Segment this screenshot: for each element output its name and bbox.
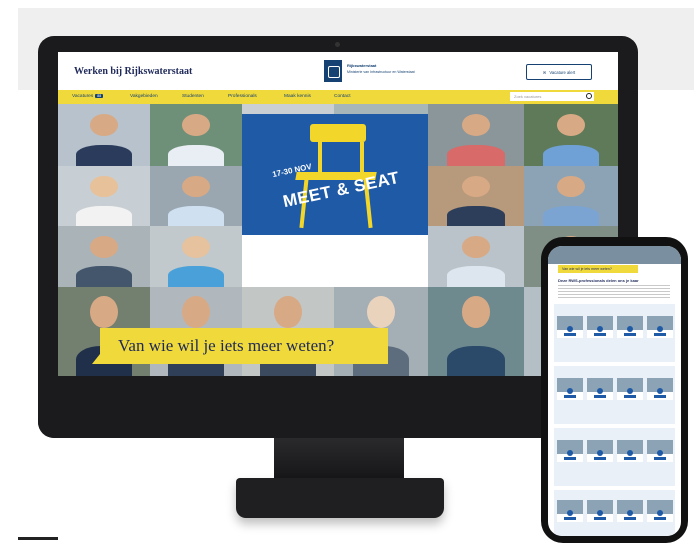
person-tile[interactable] xyxy=(428,226,524,287)
decorative-line xyxy=(18,537,58,540)
nav-item-vakgebieden[interactable]: Vakgebieden xyxy=(130,94,158,99)
mobile-person-card[interactable] xyxy=(647,440,673,462)
mobile-person-card[interactable] xyxy=(587,500,613,522)
mobile-person-card[interactable] xyxy=(617,378,643,400)
mobile-person-card[interactable] xyxy=(647,500,673,522)
search-input[interactable]: Zoek vacatures xyxy=(510,92,594,101)
person-tile[interactable] xyxy=(150,166,242,226)
nav-item-maak-kennis[interactable]: Maak kennis xyxy=(284,94,311,99)
search-icon[interactable] xyxy=(586,93,592,99)
site-header: Werken bij Rijkswaterstaat Rijkswatersta… xyxy=(58,52,618,90)
logo-line-1: Rijkswaterstaat xyxy=(347,63,377,68)
logo-line-2: Ministerie van Infrastructuur en Waterst… xyxy=(347,70,415,74)
mobile-person-card[interactable] xyxy=(587,440,613,462)
vacature-alert-button[interactable]: ✉ Vacature alert xyxy=(526,64,592,80)
mobile-person-card[interactable] xyxy=(647,378,673,400)
chair-icon xyxy=(310,124,366,142)
nav-item-vacatures[interactable]: Vacatures 88 xyxy=(72,94,104,99)
desktop-screen: Werken bij Rijkswaterstaat Rijkswatersta… xyxy=(58,52,618,376)
mobile-section xyxy=(554,366,675,424)
nav-item-label: Vacatures xyxy=(72,94,94,99)
mobile-person-card[interactable] xyxy=(557,500,583,522)
person-tile[interactable] xyxy=(58,226,150,287)
mobile-person-card[interactable] xyxy=(587,378,613,400)
mobile-question-banner: Van wie wil je iets meer weten? xyxy=(558,265,638,273)
person-tile[interactable] xyxy=(58,104,150,166)
meet-and-seat-feature[interactable]: 17-30 NOV MEET & SEAT xyxy=(242,114,428,235)
mobile-section xyxy=(554,490,675,536)
vacatures-count-badge: 88 xyxy=(95,94,104,98)
mobile-screen: Van wie wil je iets meer weten? Deze RWS… xyxy=(548,246,681,536)
monitor-stand-foot xyxy=(236,478,444,518)
chair-leg xyxy=(318,142,322,176)
chair-leg xyxy=(360,142,364,176)
nav-item-contact[interactable]: Contact xyxy=(334,94,351,99)
envelope-icon: ✉ xyxy=(542,69,547,75)
nav-item-studenten[interactable]: Studenten xyxy=(182,94,204,99)
mobile-person-card[interactable] xyxy=(617,440,643,462)
mobile-person-card[interactable] xyxy=(617,500,643,522)
question-banner: Van wie wil je iets meer weten? xyxy=(92,328,388,364)
mobile-section xyxy=(554,428,675,486)
person-tile[interactable] xyxy=(428,104,524,166)
person-tile[interactable] xyxy=(58,166,150,226)
mobile-person-card[interactable] xyxy=(557,316,583,338)
mobile-person-card[interactable] xyxy=(617,316,643,338)
person-tile[interactable] xyxy=(428,287,524,376)
mobile-photo-strip xyxy=(548,246,681,264)
nav-item-professionals[interactable]: Professionals xyxy=(228,94,257,99)
rijksoverheid-logo-icon[interactable] xyxy=(324,60,342,82)
mobile-heading: Deze RWS-professionals delen ons je kaar xyxy=(558,278,639,283)
mobile-person-card[interactable] xyxy=(557,440,583,462)
site-title[interactable]: Werken bij Rijkswaterstaat xyxy=(74,66,192,77)
person-tile[interactable] xyxy=(428,166,524,226)
vacature-alert-label: Vacature alert xyxy=(549,69,576,75)
camera-dot xyxy=(335,42,340,47)
mobile-person-card[interactable] xyxy=(557,378,583,400)
person-tile[interactable] xyxy=(524,104,618,166)
mobile-person-card[interactable] xyxy=(587,316,613,338)
search-placeholder: Zoek vacatures xyxy=(514,94,542,99)
person-tile[interactable] xyxy=(524,166,618,226)
monitor-stand-neck xyxy=(274,438,404,482)
person-tile[interactable] xyxy=(150,226,242,287)
mobile-paragraph xyxy=(558,285,670,299)
person-tile[interactable] xyxy=(150,104,242,166)
mobile-person-card[interactable] xyxy=(647,316,673,338)
mobile-section xyxy=(554,304,675,362)
